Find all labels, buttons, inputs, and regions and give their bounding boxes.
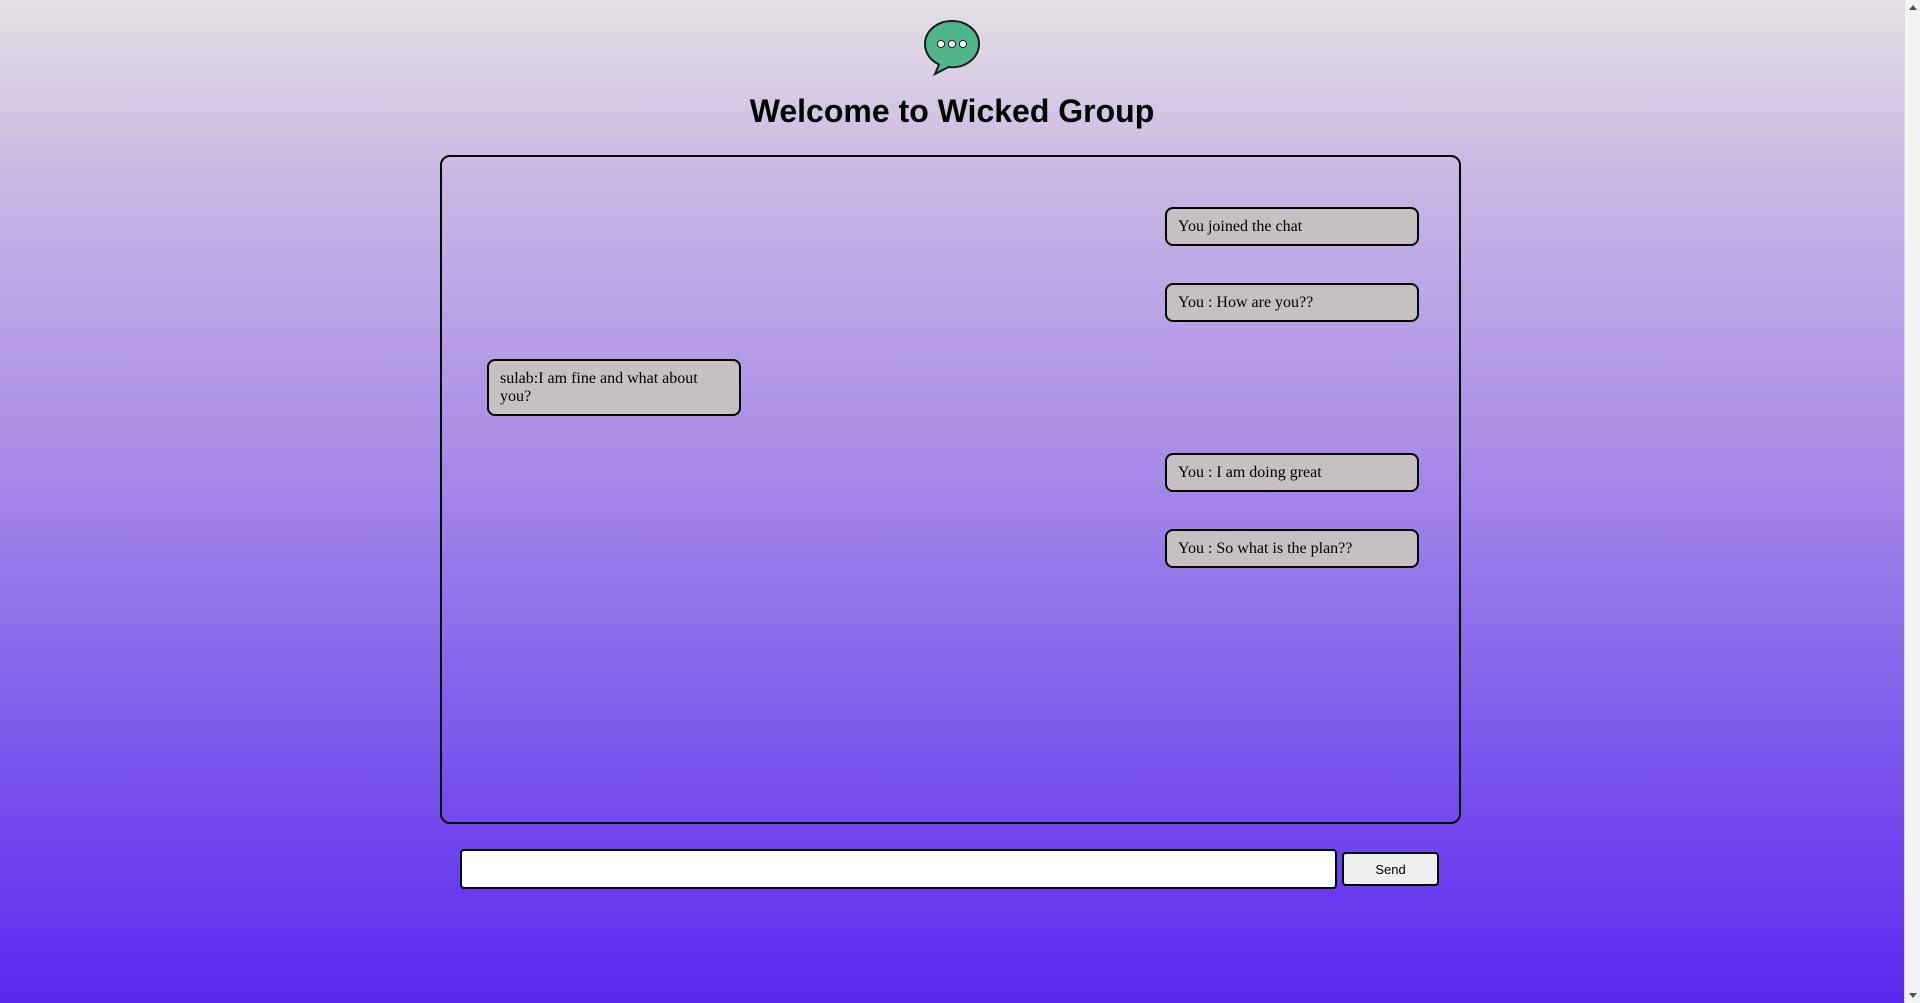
scroll-down-arrow-icon[interactable] xyxy=(1909,993,1917,998)
send-button[interactable]: Send xyxy=(1342,852,1439,886)
scroll-up-arrow-icon[interactable] xyxy=(1909,5,1917,10)
message-input[interactable] xyxy=(460,849,1337,889)
chat-bubble-icon xyxy=(923,18,981,77)
message-bubble-outgoing: You joined the chat xyxy=(1165,207,1419,246)
message-bubble-outgoing: You : I am doing great xyxy=(1165,453,1419,492)
message-bubble-outgoing: You : So what is the plan?? xyxy=(1165,529,1419,568)
chat-page: Welcome to Wicked Group You joined the c… xyxy=(0,0,1904,1003)
page-scrollbar[interactable] xyxy=(1904,0,1920,1003)
chat-messages-panel[interactable]: You joined the chat You : How are you?? … xyxy=(440,155,1461,824)
message-bubble-incoming: sulab:I am fine and what about you? xyxy=(487,359,741,416)
message-bubble-outgoing: You : How are you?? xyxy=(1165,283,1419,322)
page-title: Welcome to Wicked Group xyxy=(749,93,1155,129)
